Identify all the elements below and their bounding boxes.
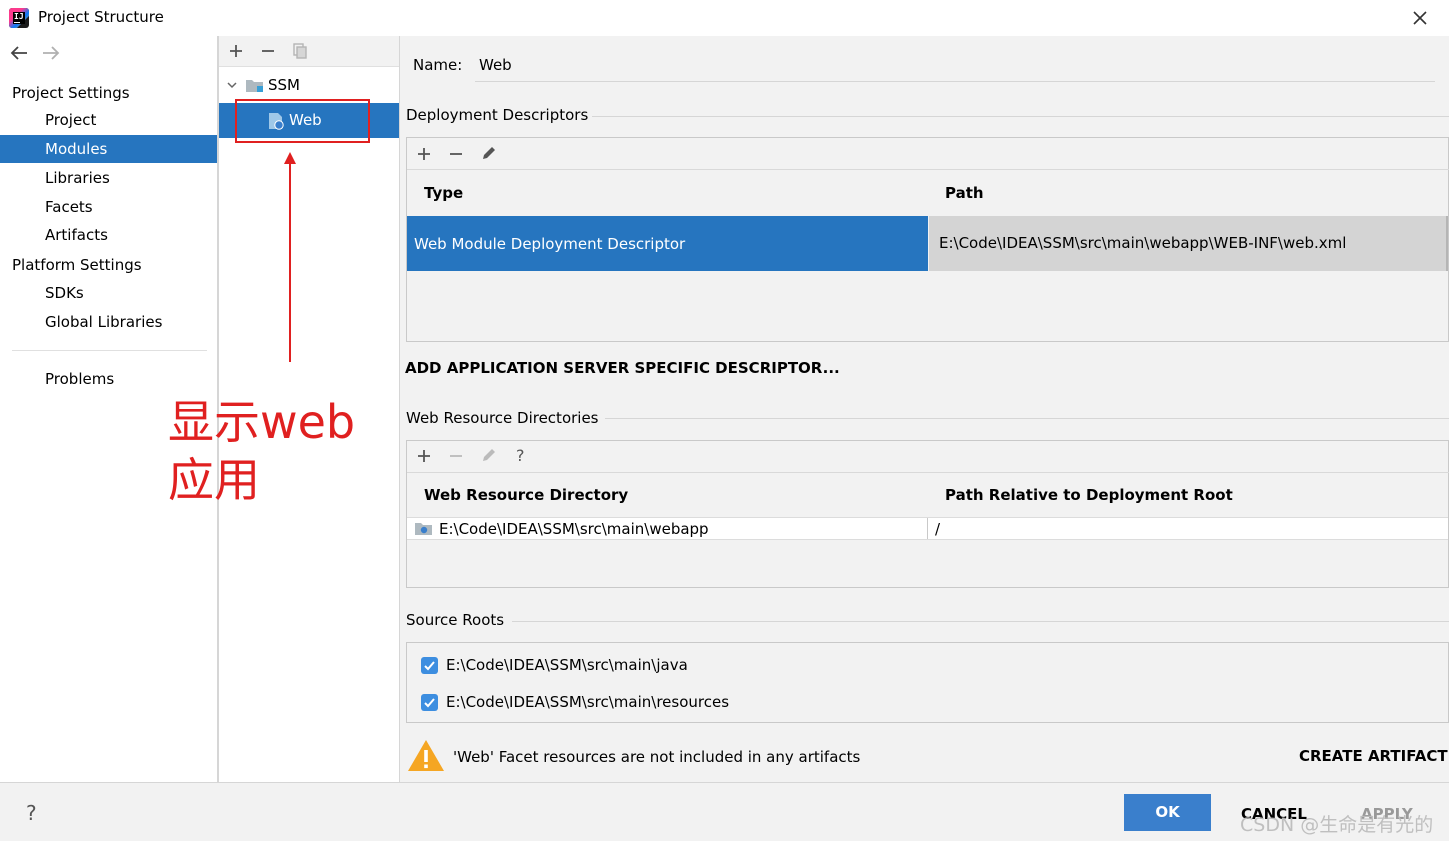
nav-item-problems[interactable]: Problems (0, 365, 217, 393)
column-divider (927, 518, 928, 539)
annotation-line-2: 应用 (168, 453, 260, 507)
warning-icon (408, 740, 444, 771)
nav-item-project[interactable]: Project (0, 106, 217, 134)
watermark: CSDN @生命是有光的 (1240, 814, 1434, 836)
add-icon[interactable] (415, 145, 433, 163)
remove-icon[interactable] (447, 447, 465, 465)
deployment-descriptors-title: Deployment Descriptors (406, 106, 589, 124)
close-icon[interactable] (1408, 6, 1432, 30)
remove-icon[interactable] (259, 42, 277, 60)
checkmark-icon (424, 661, 435, 671)
tree-toolbar (219, 36, 399, 67)
column-header-path-relative[interactable]: Path Relative to Deployment Root (945, 486, 1233, 504)
panel-divider[interactable] (399, 36, 400, 782)
chevron-down-icon[interactable] (225, 78, 239, 92)
nav-separator (12, 350, 207, 351)
section-separator (592, 116, 1449, 117)
window-title: Project Structure (38, 8, 164, 26)
checkmark-icon (424, 698, 435, 708)
dialog-footer (0, 782, 1449, 841)
source-root-java[interactable]: E:\Code\IDEA\SSM\src\main\java (446, 656, 688, 674)
edit-pencil-icon[interactable] (480, 144, 498, 162)
annotation-highlight-box (235, 99, 370, 143)
descriptor-type-cell[interactable]: Web Module Deployment Descriptor (414, 235, 685, 253)
column-header-web-resource-directory[interactable]: Web Resource Directory (424, 486, 628, 504)
copy-icon[interactable] (291, 42, 309, 60)
column-header-type[interactable]: Type (424, 184, 463, 202)
relative-path-cell[interactable]: / (935, 520, 940, 538)
svg-text:?: ? (516, 446, 525, 464)
web-resource-directories-title: Web Resource Directories (406, 409, 599, 427)
project-settings-header: Project Settings (12, 84, 130, 102)
name-field-underline (475, 81, 1435, 82)
column-header-path[interactable]: Path (945, 184, 984, 202)
add-icon[interactable] (415, 447, 433, 465)
annotation-line-1: 显示web (168, 395, 356, 449)
ok-button[interactable]: OK (1124, 794, 1211, 831)
section-separator (605, 418, 1449, 419)
edit-pencil-icon[interactable] (480, 446, 498, 464)
nav-item-facets[interactable]: Facets (0, 193, 217, 221)
name-label: Name: (413, 56, 463, 74)
module-folder-icon (246, 80, 263, 92)
annotation-text: 显示web 应用 (168, 393, 388, 509)
source-root-resources[interactable]: E:\Code\IDEA\SSM\src\main\resources (446, 693, 729, 711)
source-roots-title: Source Roots (406, 611, 505, 629)
web-folder-icon (415, 523, 432, 535)
deployment-toolbar (407, 138, 1449, 170)
annotation-arrow (284, 152, 296, 362)
source-root-checkbox[interactable] (421, 694, 438, 711)
web-resources-toolbar (407, 441, 1449, 473)
nav-item-artifacts[interactable]: Artifacts (0, 221, 217, 249)
section-separator (512, 621, 1449, 622)
descriptor-path-cell[interactable]: E:\Code\IDEA\SSM\src\main\webapp\WEB-INF… (939, 234, 1346, 252)
create-artifact-button[interactable]: CREATE ARTIFACT (1299, 747, 1448, 765)
forward-arrow-icon[interactable] (40, 42, 62, 64)
intellij-idea-icon: IJ (9, 8, 29, 28)
back-arrow-icon[interactable] (8, 42, 30, 64)
warning-text: 'Web' Facet resources are not included i… (453, 748, 861, 766)
web-resource-dir-cell[interactable]: E:\Code\IDEA\SSM\src\main\webapp (439, 520, 709, 538)
nav-item-global-libraries[interactable]: Global Libraries (0, 308, 217, 336)
title-bar (0, 0, 1449, 36)
source-root-checkbox[interactable] (421, 657, 438, 674)
add-server-descriptor-button[interactable]: ADD APPLICATION SERVER SPECIFIC DESCRIPT… (405, 359, 840, 377)
nav-item-modules[interactable]: Modules (0, 135, 217, 163)
help-question-icon[interactable]: ? (512, 446, 530, 464)
add-icon[interactable] (227, 42, 245, 60)
platform-settings-header: Platform Settings (12, 256, 142, 274)
nav-item-libraries[interactable]: Libraries (0, 164, 217, 192)
remove-icon[interactable] (447, 145, 465, 163)
name-field[interactable]: Web (479, 56, 512, 74)
tree-node-ssm[interactable]: SSM (268, 76, 300, 94)
help-icon[interactable]: ? (26, 801, 37, 825)
nav-item-sdks[interactable]: SDKs (0, 279, 217, 307)
